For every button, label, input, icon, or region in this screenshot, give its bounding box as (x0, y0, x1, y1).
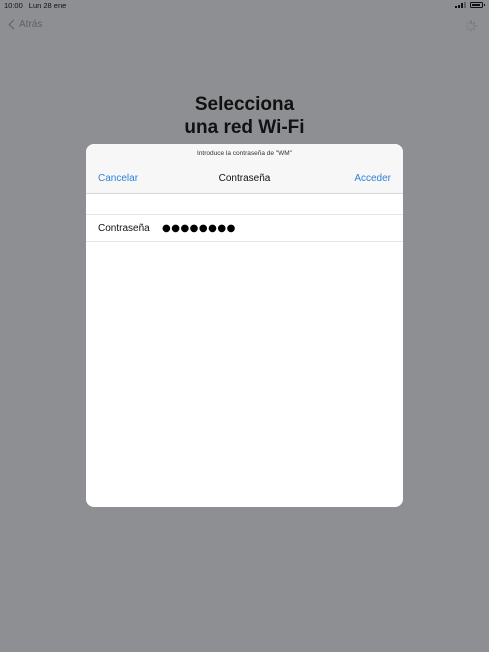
back-button[interactable]: Atrás (8, 19, 42, 30)
password-row[interactable]: Contraseña ●●●●●●●● (86, 214, 403, 242)
status-bar: 10:00 Lun 28 ene (0, 0, 489, 12)
status-date: Lun 28 ene (28, 1, 67, 10)
battery-icon (470, 2, 485, 8)
password-label: Contraseña (98, 222, 150, 234)
dialog-prompt: Introduce la contraseña de "WM" (197, 150, 292, 157)
chevron-left-icon (8, 19, 19, 30)
page-title-line-1: Selecciona (194, 94, 295, 115)
battery-fill (472, 4, 480, 6)
status-time: 10:00 (4, 1, 23, 10)
signal-icon (455, 2, 466, 8)
page-title: Selecciona una red Wi-Fi (0, 93, 489, 139)
join-button[interactable]: Acceder (354, 173, 391, 184)
password-input[interactable]: ●●●●●●●● (162, 223, 362, 234)
dialog-header: Introduce la contraseña de "WM" Cancelar… (86, 144, 403, 194)
status-left: 10:00 Lun 28 ene (4, 1, 66, 10)
status-right (455, 2, 485, 8)
spinner-icon (465, 20, 477, 32)
back-button-label: Atrás (19, 19, 43, 30)
dialog-spacer (86, 194, 403, 214)
page-title-line-2: una red Wi-Fi (184, 117, 305, 138)
password-dialog: Introduce la contraseña de "WM" Cancelar… (86, 144, 403, 507)
